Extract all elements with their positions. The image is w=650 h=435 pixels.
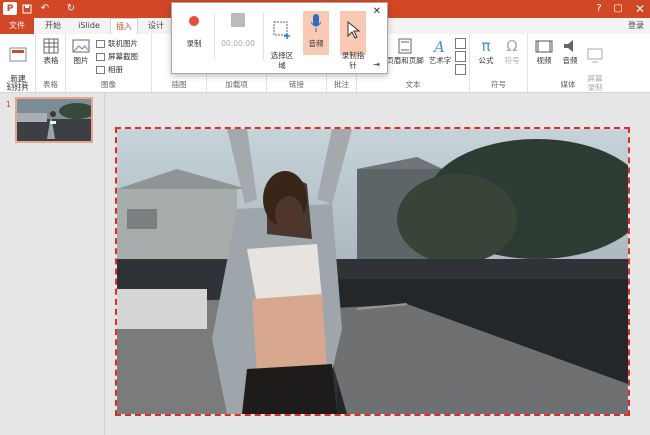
record-time: 00:00:00 <box>221 39 255 48</box>
dialog-close-icon[interactable]: ✕ <box>373 6 381 17</box>
header-footer-icon <box>398 38 412 54</box>
group-addins-label: 加载项 <box>225 80 248 89</box>
header-footer-button[interactable]: 页眉和页脚 <box>385 38 425 65</box>
wordart-label: 艺术字 <box>428 56 452 65</box>
audio-toggle[interactable]: 音频 <box>303 11 329 55</box>
video-button[interactable]: 视频 <box>532 38 556 65</box>
video-icon <box>535 40 553 53</box>
speaker-icon <box>564 40 573 52</box>
login-link[interactable]: 登录 <box>628 18 644 34</box>
record-label: 录制 <box>186 39 202 48</box>
group-media-label: 媒体 <box>560 80 576 89</box>
record-button[interactable]: 录制 <box>180 9 208 49</box>
screen-record-icon <box>587 48 603 63</box>
save-icon[interactable] <box>22 2 32 15</box>
equation-label: 公式 <box>478 56 494 65</box>
equation-button[interactable]: π 公式 <box>474 38 498 65</box>
symbol-label: 符号 <box>504 56 520 65</box>
slide-number-icon[interactable] <box>455 51 466 62</box>
tab-insert[interactable]: 插入 <box>110 18 138 34</box>
svg-text:A: A <box>432 38 445 54</box>
tab-islide[interactable]: iSlide <box>72 18 106 34</box>
picture-icon <box>72 39 90 53</box>
group-text-label: 文本 <box>405 80 421 89</box>
audio-label: 音频 <box>562 56 578 65</box>
group-slides: 新建 幻灯片 幻灯片 <box>0 34 36 92</box>
group-images: 图片 联机图片 屏幕截图 相册 图像 <box>66 34 152 92</box>
slide-photo <box>117 129 628 414</box>
screenshot-button[interactable]: 屏幕截图 <box>96 51 138 62</box>
close-window-icon[interactable]: ✕ <box>630 2 650 16</box>
table-button[interactable]: 表格 <box>38 38 64 65</box>
pin-icon[interactable]: ⇥ <box>373 60 380 69</box>
screenshot-label: 屏幕截图 <box>108 52 138 61</box>
group-table-label: 表格 <box>43 80 58 89</box>
record-icon <box>189 16 199 26</box>
separator <box>263 13 264 59</box>
date-time-icon[interactable] <box>455 38 466 49</box>
table-label: 表格 <box>43 56 59 65</box>
stop-button: 00:00:00 <box>218 9 258 49</box>
select-area-label: 选择区 域 <box>270 51 294 70</box>
cursor-icon <box>347 21 361 39</box>
online-picture-label: 联机图片 <box>108 39 138 48</box>
selected-photo[interactable] <box>115 127 630 416</box>
online-picture-button[interactable]: 联机图片 <box>96 38 138 49</box>
symbol-button[interactable]: Ω 符号 <box>500 38 524 65</box>
group-media: 视频 音频 屏幕 录制 媒体 <box>528 34 608 92</box>
picture-button[interactable]: 图片 <box>68 38 94 65</box>
tab-home[interactable]: 开始 <box>38 18 68 34</box>
group-images-label: 图像 <box>101 80 116 89</box>
maximize-icon[interactable]: ▢ <box>610 2 626 15</box>
group-illustrations-label: 插图 <box>171 80 187 89</box>
video-label: 视频 <box>536 56 552 65</box>
album-icon <box>96 65 105 74</box>
screenshot-icon <box>96 52 105 61</box>
globe-icon <box>96 39 105 48</box>
record-pointer-toggle[interactable]: 录制指 针 <box>340 11 366 70</box>
mic-icon <box>310 14 322 32</box>
group-symbols-label: 符号 <box>491 80 506 89</box>
wordart-button[interactable]: A 艺术字 <box>427 38 453 65</box>
album-button[interactable]: 相册 <box>96 64 123 75</box>
record-pointer-label: 录制指 针 <box>341 51 365 70</box>
redo-icon[interactable]: ↻ <box>66 2 76 15</box>
omega-icon: Ω <box>506 37 518 55</box>
undo-icon[interactable]: ↶ <box>38 2 52 15</box>
object-icon[interactable] <box>455 64 466 75</box>
group-slides-label: 幻灯片 <box>6 80 29 89</box>
group-comments-label: 批注 <box>334 80 349 89</box>
group-links-label: 链接 <box>289 80 304 89</box>
powerpoint-icon: P <box>3 2 17 15</box>
stop-icon <box>231 13 245 27</box>
wordart-icon: A <box>432 38 445 54</box>
slide-thumbnail[interactable] <box>15 97 93 143</box>
record-dialog: 录制 00:00:00 选择区 域 音频 录制指 针 ✕ ⇥ <box>171 2 388 74</box>
thumbnail-photo <box>17 99 91 141</box>
album-label: 相册 <box>108 65 123 74</box>
slide-number: 1 <box>6 100 12 109</box>
group-table: 表格 表格 <box>36 34 66 92</box>
header-footer-label: 页眉和页脚 <box>386 56 424 65</box>
table-icon <box>43 38 59 54</box>
audio-button[interactable]: 音频 <box>558 38 582 65</box>
group-symbols: π 公式 Ω 符号 符号 <box>470 34 528 92</box>
slide-thumbnails-pane: 1 <box>0 93 105 435</box>
pi-icon: π <box>481 37 491 55</box>
picture-label: 图片 <box>73 56 89 65</box>
select-area-icon <box>273 21 290 39</box>
tab-design[interactable]: 设计 <box>141 18 171 34</box>
help-icon[interactable]: ? <box>592 2 606 15</box>
separator <box>214 13 215 59</box>
select-area-button[interactable]: 选择区 域 <box>266 9 298 71</box>
tab-file[interactable]: 文件 <box>0 18 34 34</box>
audio-toggle-label: 音频 <box>308 39 324 48</box>
